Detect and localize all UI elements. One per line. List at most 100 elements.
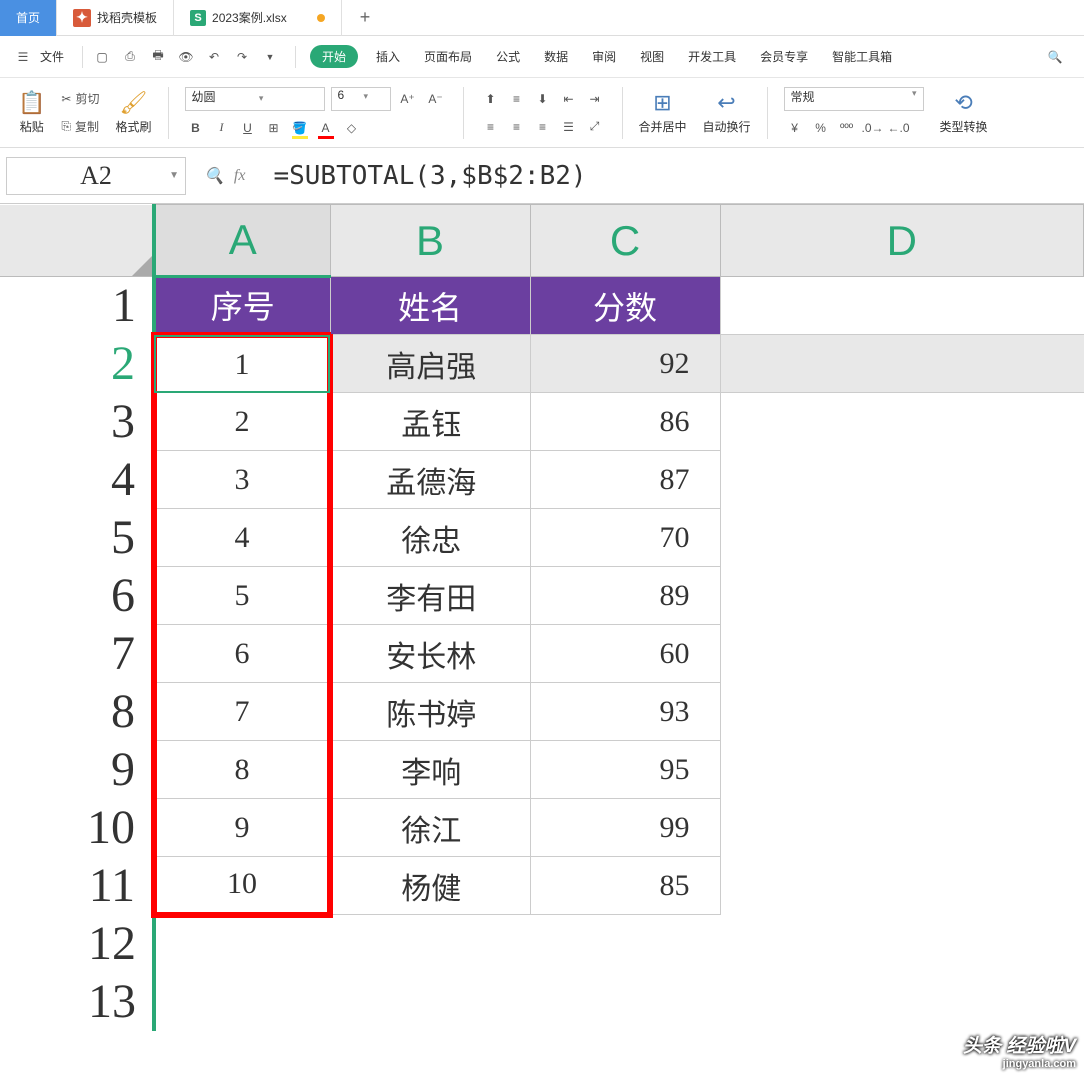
align-middle-button[interactable]: ≡: [506, 88, 528, 110]
align-left-button[interactable]: ≡: [480, 116, 502, 138]
menu-layout[interactable]: 页面布局: [412, 48, 484, 65]
cell[interactable]: [720, 335, 1084, 393]
header-cell[interactable]: 序号: [154, 277, 330, 335]
paste-button[interactable]: 📋 粘贴: [18, 90, 45, 135]
row-header[interactable]: 4: [0, 451, 154, 509]
format-painter-button[interactable]: 🖌 格式刷: [115, 90, 151, 135]
bold-button[interactable]: B: [185, 117, 207, 139]
align-top-button[interactable]: ⬆: [480, 88, 502, 110]
font-color-button[interactable]: A: [315, 117, 337, 139]
dropdown-icon[interactable]: ▼: [259, 46, 281, 68]
cell[interactable]: 10: [154, 857, 330, 915]
menu-start[interactable]: 开始: [310, 45, 358, 68]
menu-dev[interactable]: 开发工具: [676, 48, 748, 65]
cell[interactable]: [720, 915, 1084, 973]
menu-insert[interactable]: 插入: [364, 48, 412, 65]
new-tab-button[interactable]: +: [342, 7, 389, 28]
cell[interactable]: 8: [154, 741, 330, 799]
cut-button[interactable]: ✂剪切: [61, 90, 99, 107]
cell[interactable]: 孟钰: [330, 393, 530, 451]
underline-button[interactable]: U: [237, 117, 259, 139]
comma-button[interactable]: ººº: [836, 117, 858, 139]
zoom-fx-icon[interactable]: 🔍: [204, 166, 224, 186]
menu-member[interactable]: 会员专享: [748, 48, 820, 65]
cell[interactable]: 87: [530, 451, 720, 509]
row-header[interactable]: 5: [0, 509, 154, 567]
cell[interactable]: [720, 393, 1084, 451]
cell[interactable]: 70: [530, 509, 720, 567]
indent-increase-button[interactable]: ⇥: [584, 88, 606, 110]
percent-button[interactable]: %: [810, 117, 832, 139]
clear-format-button[interactable]: ◇: [341, 117, 363, 139]
cell[interactable]: [720, 857, 1084, 915]
decrease-font-button[interactable]: A⁻: [425, 88, 447, 110]
font-name-select[interactable]: 幼圆 ▾: [185, 87, 325, 111]
row-header[interactable]: 13: [0, 973, 154, 1031]
cell-a2[interactable]: 1: [154, 335, 330, 393]
cell[interactable]: 徐江: [330, 799, 530, 857]
cell[interactable]: [530, 973, 720, 1031]
cell[interactable]: 60: [530, 625, 720, 683]
row-header[interactable]: 8: [0, 683, 154, 741]
italic-button[interactable]: I: [211, 117, 233, 139]
row-header[interactable]: 6: [0, 567, 154, 625]
menu-smart[interactable]: 智能工具箱: [820, 48, 904, 65]
column-header-a[interactable]: A: [154, 205, 330, 277]
cell[interactable]: 高启强: [330, 335, 530, 393]
menu-file[interactable]: 文件: [40, 48, 64, 65]
redo-icon[interactable]: ↷: [231, 46, 253, 68]
orientation-button[interactable]: ⤢: [584, 116, 606, 138]
cell[interactable]: 李有田: [330, 567, 530, 625]
cell[interactable]: 4: [154, 509, 330, 567]
cell[interactable]: [720, 277, 1084, 335]
print-icon[interactable]: 🖶: [147, 46, 169, 68]
save-icon[interactable]: ▢: [91, 46, 113, 68]
row-header[interactable]: 10: [0, 799, 154, 857]
row-header[interactable]: 12: [0, 915, 154, 973]
menu-formula[interactable]: 公式: [484, 48, 532, 65]
undo-icon[interactable]: ↶: [203, 46, 225, 68]
indent-decrease-button[interactable]: ⇤: [558, 88, 580, 110]
cell[interactable]: 徐忠: [330, 509, 530, 567]
tab-templates[interactable]: ✦ 找稻壳模板: [57, 0, 174, 36]
column-header-d[interactable]: D: [720, 205, 1084, 277]
cell[interactable]: [720, 451, 1084, 509]
fill-color-button[interactable]: 🪣: [289, 117, 311, 139]
cell[interactable]: [720, 509, 1084, 567]
border-button[interactable]: ⊞: [263, 117, 285, 139]
cell[interactable]: 9: [154, 799, 330, 857]
header-cell[interactable]: 姓名: [330, 277, 530, 335]
row-header[interactable]: 7: [0, 625, 154, 683]
merge-cells-button[interactable]: ⊞ 合并居中: [639, 90, 687, 135]
cell[interactable]: 孟德海: [330, 451, 530, 509]
align-bottom-button[interactable]: ⬇: [532, 88, 554, 110]
decrease-decimal-button[interactable]: ←.0: [888, 117, 910, 139]
name-box[interactable]: A2 ▼: [6, 157, 186, 195]
increase-font-button[interactable]: A⁺: [397, 88, 419, 110]
cell[interactable]: 93: [530, 683, 720, 741]
column-header-b[interactable]: B: [330, 205, 530, 277]
header-cell[interactable]: 分数: [530, 277, 720, 335]
menu-review[interactable]: 审阅: [580, 48, 628, 65]
cell[interactable]: 89: [530, 567, 720, 625]
row-header[interactable]: 2: [0, 335, 154, 393]
tab-home[interactable]: 首页: [0, 0, 57, 36]
cell[interactable]: [720, 741, 1084, 799]
cell[interactable]: [720, 973, 1084, 1031]
row-header[interactable]: 1: [0, 277, 154, 335]
font-size-select[interactable]: 6 ▾: [331, 87, 391, 111]
number-format-select[interactable]: 常规▾: [784, 87, 924, 111]
cell[interactable]: [330, 973, 530, 1031]
cell[interactable]: [154, 973, 330, 1031]
align-center-button[interactable]: ≡: [506, 116, 528, 138]
column-header-c[interactable]: C: [530, 205, 720, 277]
cell[interactable]: 2: [154, 393, 330, 451]
cell[interactable]: [720, 799, 1084, 857]
preview-icon[interactable]: 👁: [175, 46, 197, 68]
cell[interactable]: [720, 567, 1084, 625]
cell[interactable]: [330, 915, 530, 973]
menu-data[interactable]: 数据: [532, 48, 580, 65]
increase-decimal-button[interactable]: .0→: [862, 117, 884, 139]
row-header[interactable]: 9: [0, 741, 154, 799]
cell[interactable]: 5: [154, 567, 330, 625]
